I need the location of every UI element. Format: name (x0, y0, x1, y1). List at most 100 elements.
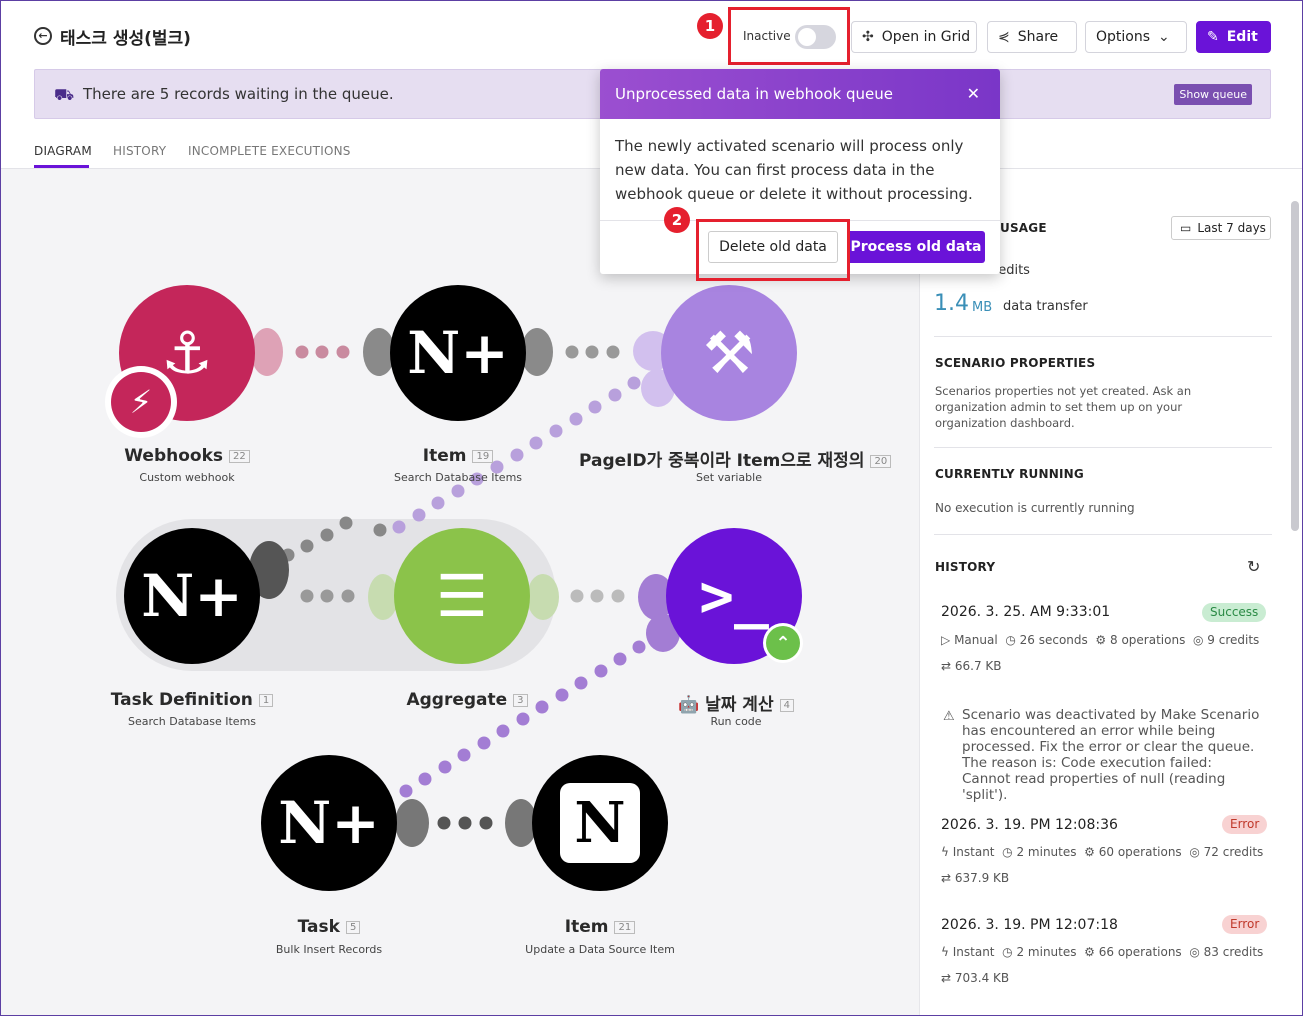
tab-incomplete-executions[interactable]: INCOMPLETE EXECUTIONS (188, 144, 351, 158)
connector-task-item (437, 816, 493, 830)
connector-taskdef-group (281, 516, 387, 562)
lightning-icon: ϟ (941, 945, 949, 959)
callout-box-delete (696, 219, 850, 281)
task-bulk-node[interactable]: N+ (261, 755, 397, 891)
node-sub-webhooks: Custom webhook (139, 471, 235, 484)
node-label-webhooks: Webhooks 22 (105, 446, 269, 466)
item-search-node[interactable]: N+ (390, 285, 526, 421)
options-label: Options (1096, 29, 1151, 45)
open-in-grid-button[interactable]: ✣ Open in Grid (851, 21, 977, 53)
share-button[interactable]: ⋞ Share (987, 21, 1077, 53)
edit-button[interactable]: ✎ Edit (1196, 21, 1271, 53)
lightning-icon: ⚡ (111, 372, 171, 432)
node-label-item: Item 19 (378, 446, 538, 466)
back-arrow-icon[interactable]: ← (34, 27, 52, 45)
gear-icon: ⚙ (1084, 845, 1095, 859)
history-meta: ϟ Instant ◷ 2 minutes ⚙ 66 operations ◎ … (941, 945, 1264, 959)
task-definition-node[interactable]: N+ (124, 528, 260, 664)
history-size: ⇄ 637.9 KB (941, 871, 1010, 885)
callout-badge-1: 1 (697, 13, 723, 39)
node-label-task: Task 5 (251, 917, 407, 937)
history-size: ⇄ 66.7 KB (941, 659, 1002, 673)
clock-icon: ◷ (1002, 845, 1013, 859)
aggregate-out-ear (527, 574, 559, 620)
popup-title: Unprocessed data in webhook queue (615, 85, 893, 103)
transfer-icon: ⇄ (941, 971, 952, 985)
history-date[interactable]: 2026. 3. 19. PM 12:07:18 (941, 917, 1118, 933)
callout-badge-2: 2 (664, 207, 690, 233)
share-label: Share (1017, 29, 1059, 45)
queue-banner-text: There are 5 records waiting in the queue… (83, 85, 394, 103)
history-meta: ▷ Manual ◷ 26 seconds ⚙ 8 operations ◎ 9… (941, 633, 1260, 647)
grid-icon: ✣ (862, 29, 874, 45)
refresh-icon[interactable]: ↻ (1247, 557, 1260, 576)
gear-icon: ⚙ (1095, 633, 1107, 647)
open-in-grid-label: Open in Grid (881, 29, 971, 45)
edit-label: Edit (1226, 29, 1258, 45)
credits-icon: ◎ (1189, 845, 1200, 859)
clock-icon: ◷ (1005, 633, 1016, 647)
tab-history[interactable]: HISTORY (113, 144, 166, 158)
transfer-icon: ⇄ (941, 871, 952, 885)
show-queue-button[interactable]: Show queue (1174, 84, 1252, 105)
connector-item-tools (565, 345, 620, 359)
callout-box-toggle (728, 7, 850, 65)
node-sub-task: Bulk Insert Records (275, 943, 383, 956)
history-date[interactable]: 2026. 3. 19. PM 12:08:36 (941, 817, 1118, 833)
terminal-icon: >_ (699, 562, 769, 630)
node-label-item-update: Item 21 (511, 917, 689, 937)
node-label-task-definition: Task Definition 1 (107, 690, 277, 710)
notion-logo-icon: N (560, 783, 640, 863)
transfer-icon: ⇄ (941, 659, 952, 673)
notion-icon: N+ (278, 789, 380, 857)
scenario-title: 태스크 생성(벌크) (60, 29, 191, 49)
pencil-icon: ✎ (1207, 29, 1219, 45)
warning-icon: ⚠ (943, 709, 955, 724)
node-sub-task-definition: Search Database Items (127, 715, 257, 728)
set-variable-node[interactable]: ⚒ (661, 285, 797, 421)
diagram-canvas[interactable]: ⚓ ⚡ N+ ⚒ N+ ☰ >_ ⌃ N+ N Webhooks 22 Cust… (1, 169, 919, 1015)
process-old-data-button[interactable]: Process old data (847, 231, 985, 263)
connector-webhook-item (295, 345, 350, 359)
app-window: ← 태스크 생성(벌크) Inactive 1 ✣ Open in Grid ⋞… (0, 0, 1303, 1016)
share-icon: ⋞ (998, 29, 1010, 45)
aggregate-node[interactable]: ☰ (394, 528, 530, 664)
status-badge: Success (1202, 603, 1267, 622)
popup-body-text: The newly activated scenario will proces… (615, 137, 973, 203)
history-meta: ϟ Instant ◷ 2 minutes ⚙ 60 operations ◎ … (941, 845, 1264, 859)
node-label-set-variable: PageID가 중복이라 Item으로 재정의 20 (579, 446, 892, 471)
status-badge: Error (1222, 815, 1268, 834)
truck-icon: ⛟ (54, 85, 75, 104)
code-badge: ⌃ (763, 623, 803, 663)
options-button[interactable]: Options ⌄ (1085, 21, 1187, 53)
credits-icon: ◎ (1189, 945, 1200, 959)
gear-icon: ⚙ (1084, 945, 1095, 959)
currently-running-text: No execution is currently running (935, 501, 1135, 515)
node-sub-item-update: Update a Data Source Item (525, 943, 675, 956)
node-sub-set-variable: Set variable (696, 471, 762, 484)
transfer-value: 1.4 (934, 291, 969, 316)
double-chevron-up-icon: ⌃ (766, 626, 800, 660)
task-out-ear (395, 799, 429, 847)
notion-icon: N+ (141, 562, 243, 630)
sidebar-scrollbar[interactable] (1291, 201, 1299, 531)
chevron-down-icon: ⌄ (1158, 29, 1170, 45)
scenario-properties-heading: SCENARIO PROPERTIES (935, 356, 1096, 370)
transfer-label: data transfer (1003, 299, 1088, 314)
sidebar-divider (934, 336, 1272, 337)
history-heading: HISTORY (935, 560, 996, 574)
history-date[interactable]: 2026. 3. 25. AM 9:33:01 (941, 604, 1110, 620)
credits-icon: ◎ (1192, 633, 1204, 647)
sidebar-divider (934, 447, 1272, 448)
tab-diagram[interactable]: DIAGRAM (34, 144, 92, 158)
item-update-node[interactable]: N (532, 755, 668, 891)
history-warning-text: Scenario was deactivated by Make Scenari… (962, 707, 1260, 803)
connector-aggregate-code (570, 589, 625, 603)
popup-header: Unprocessed data in webhook queue ✕ (600, 69, 1000, 119)
scenario-properties-text: Scenarios properties not yet created. As… (935, 384, 1192, 430)
calendar-icon: ▭ (1180, 221, 1192, 235)
instant-trigger-badge: ⚡ (105, 366, 177, 438)
webhook-icon: ⚓ (161, 319, 213, 387)
close-icon[interactable]: ✕ (967, 84, 980, 103)
last-7-days-select[interactable]: ▭ Last 7 days (1171, 216, 1271, 240)
